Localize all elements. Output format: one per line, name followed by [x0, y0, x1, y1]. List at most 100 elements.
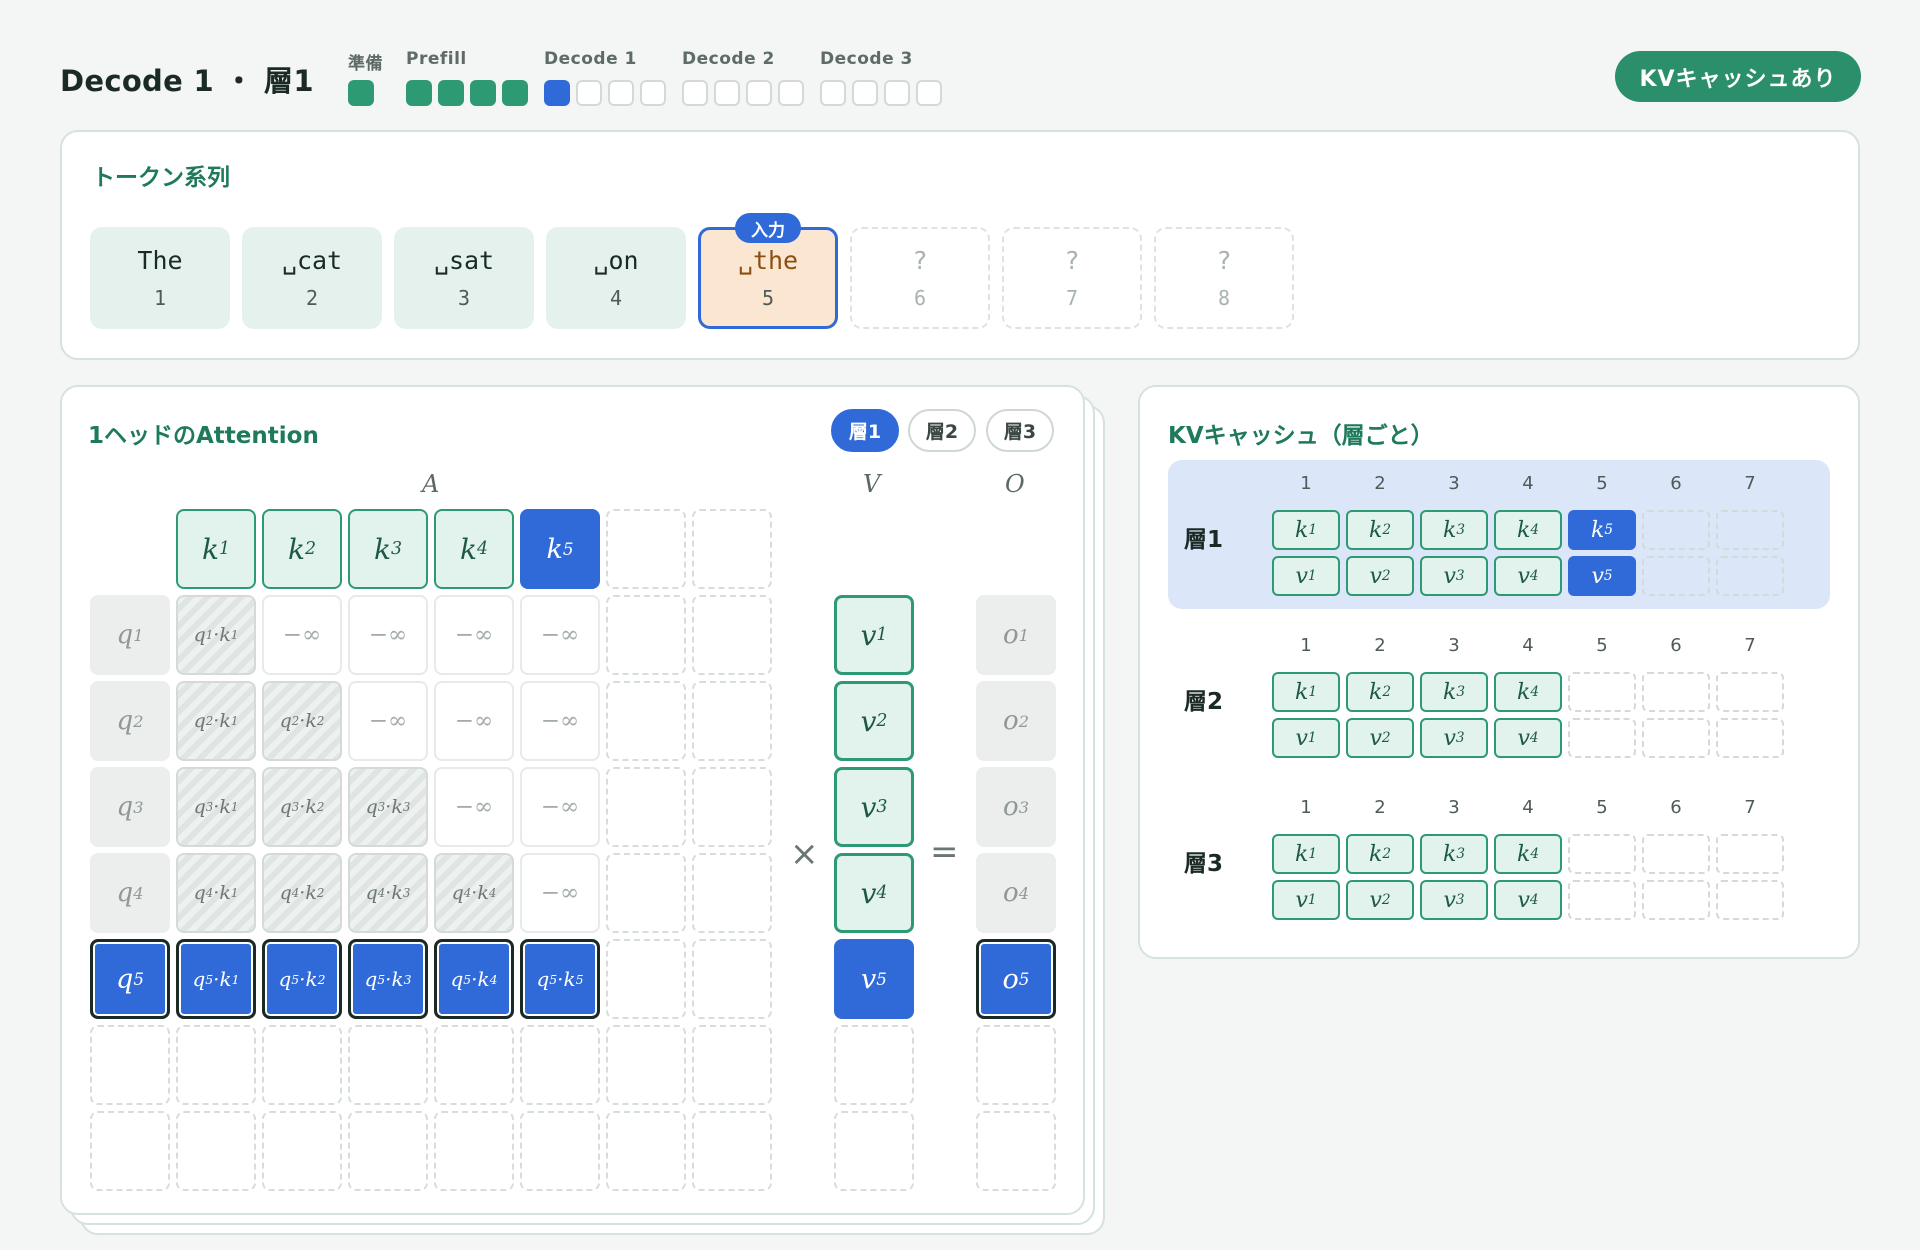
token-index: 6	[913, 286, 927, 310]
v-cache-cell: v4	[1494, 880, 1562, 920]
empty-cell	[520, 1025, 600, 1105]
v-cache-cell-new: v5	[1568, 556, 1636, 596]
k-cache-cell: k2	[1346, 510, 1414, 550]
progress-block	[916, 80, 942, 106]
token-index: 2	[305, 286, 319, 310]
token-index: 4	[609, 286, 623, 310]
kv-column-number: 2	[1374, 473, 1386, 494]
empty-cell	[692, 509, 772, 589]
kv-column-number: 1	[1300, 635, 1312, 656]
kv-empty-slot	[1642, 556, 1710, 596]
progress-block	[746, 80, 772, 106]
token-card[interactable]: ? 6	[850, 227, 990, 329]
progress-block	[682, 80, 708, 106]
kv-column-number: 7	[1744, 473, 1756, 494]
v-cache-cell: v3	[1420, 880, 1488, 920]
v-cache-cell: v1	[1272, 556, 1340, 596]
kv-cache-badge[interactable]: KVキャッシュあり	[1615, 51, 1861, 102]
token-index: 7	[1065, 286, 1079, 310]
value-cell: v3	[834, 767, 914, 847]
token-card[interactable]: ? 7	[1002, 227, 1142, 329]
empty-cell	[606, 853, 686, 933]
score-cell: q 3 ·k 3	[348, 767, 428, 847]
empty-cell	[606, 1025, 686, 1105]
kv-column-number: 3	[1448, 635, 1460, 656]
masked-cell: −∞	[520, 595, 600, 675]
v-cache-cell: v4	[1494, 718, 1562, 758]
empty-cell	[176, 1025, 256, 1105]
kv-empty-slot	[1568, 718, 1636, 758]
empty-cell	[434, 1111, 514, 1191]
score-cell: q 4 ·k 4	[434, 853, 514, 933]
value-cell: v1	[834, 595, 914, 675]
token-text: The	[137, 246, 183, 275]
empty-cell	[262, 1111, 342, 1191]
kv-column-number: 2	[1374, 635, 1386, 656]
empty-cell	[692, 1111, 772, 1191]
o-vector-label: O	[1005, 470, 1025, 498]
kv-empty-slot	[1642, 880, 1710, 920]
score-cell-new: q 5 ·k 1	[176, 939, 256, 1019]
empty-cell	[692, 595, 772, 675]
layer-pill[interactable]: 層2	[908, 409, 976, 452]
token-panel-title: トークン系列	[92, 165, 230, 191]
k-cache-cell: k1	[1272, 510, 1340, 550]
score-cell: q 1 ·k 1	[176, 595, 256, 675]
step-label: Decode 1	[544, 49, 637, 69]
token-card[interactable]: ␣cat 2	[242, 227, 382, 329]
score-cell-new: q 5 ·k 5	[520, 939, 600, 1019]
empty-cell	[606, 595, 686, 675]
empty-cell	[606, 939, 686, 1019]
key-cell-new: k5	[520, 509, 600, 589]
layer-pill[interactable]: 層1	[831, 409, 899, 452]
progress-block	[640, 80, 666, 106]
empty-cell	[606, 509, 686, 589]
token-index: 5	[761, 286, 775, 310]
query-cell: q3	[90, 767, 170, 847]
empty-cell	[692, 767, 772, 847]
empty-cell	[90, 1111, 170, 1191]
token-card[interactable]: The 1	[90, 227, 230, 329]
masked-cell: −∞	[520, 681, 600, 761]
progress-block	[438, 80, 464, 106]
kv-column-number: 1	[1300, 797, 1312, 818]
output-cell-new: o5	[976, 939, 1056, 1019]
kv-column-number: 4	[1522, 797, 1534, 818]
kv-column-number: 3	[1448, 473, 1460, 494]
token-card[interactable]: ␣on 4	[546, 227, 686, 329]
token-card[interactable]: ␣sat 3	[394, 227, 534, 329]
kv-column-number: 1	[1300, 473, 1312, 494]
output-cell: o4	[976, 853, 1056, 933]
multiply-operator: ×	[790, 834, 819, 874]
empty-cell	[606, 767, 686, 847]
kv-empty-slot	[1642, 718, 1710, 758]
masked-cell: −∞	[520, 767, 600, 847]
empty-cell	[976, 1025, 1056, 1105]
layer-pill[interactable]: 層3	[986, 409, 1054, 452]
token-text: ?	[1216, 246, 1232, 275]
kv-cache-panel-title: KVキャッシュ（層ごと）	[1168, 423, 1434, 449]
key-cell: k1	[176, 509, 256, 589]
k-cache-cell: k4	[1494, 834, 1562, 874]
k-cache-cell: k3	[1420, 834, 1488, 874]
k-cache-cell-new: k5	[1568, 510, 1636, 550]
kv-column-number: 6	[1670, 635, 1682, 656]
step-label: Decode 2	[682, 49, 775, 69]
page-title: Decode 1 ・ 層1	[60, 64, 314, 98]
progress-block	[884, 80, 910, 106]
input-badge: 入力	[735, 213, 801, 243]
kv-column-number: 4	[1522, 635, 1534, 656]
output-cell: o2	[976, 681, 1056, 761]
progress-block	[820, 80, 846, 106]
score-cell: q 4 ·k 3	[348, 853, 428, 933]
masked-cell: −∞	[262, 595, 342, 675]
progress-block	[576, 80, 602, 106]
token-text: ?	[1064, 246, 1080, 275]
token-card[interactable]: ? 8	[1154, 227, 1294, 329]
score-cell: q 3 ·k 1	[176, 767, 256, 847]
kv-empty-slot	[1568, 834, 1636, 874]
masked-cell: −∞	[434, 595, 514, 675]
key-cell: k2	[262, 509, 342, 589]
empty-cell	[434, 1025, 514, 1105]
step-label: Decode 3	[820, 49, 913, 69]
